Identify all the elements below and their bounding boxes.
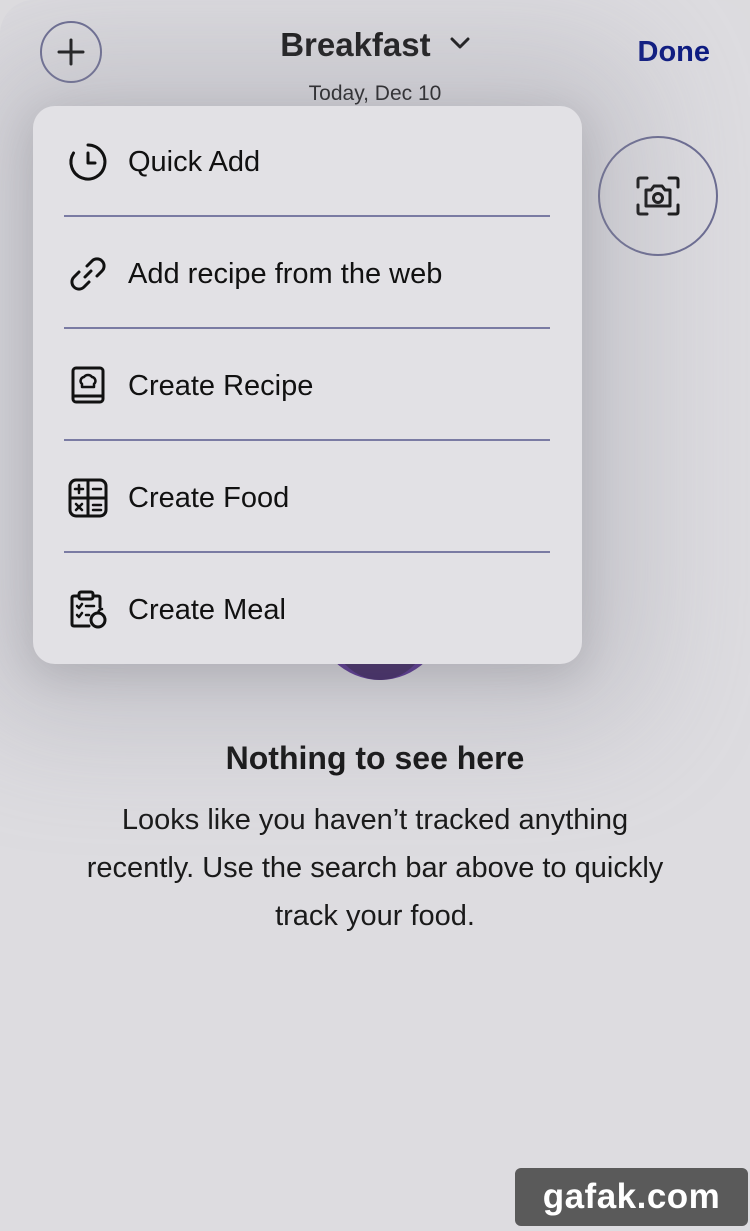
add-menu: Quick Add Add recipe from the web Create… bbox=[33, 106, 582, 664]
page-title: Breakfast bbox=[280, 26, 431, 63]
menu-item-label: Create Food bbox=[128, 481, 290, 514]
camera-scan-icon bbox=[636, 176, 680, 216]
menu-divider bbox=[64, 439, 550, 441]
chevron-down-icon bbox=[450, 37, 470, 49]
menu-divider bbox=[64, 327, 550, 329]
menu-item-create-recipe[interactable]: Create Recipe bbox=[33, 330, 582, 442]
empty-state-title: Nothing to see here bbox=[225, 740, 525, 776]
menu-item-add-recipe-web[interactable]: Add recipe from the web bbox=[33, 218, 582, 330]
menu-item-label: Create Meal bbox=[128, 593, 286, 626]
calculator-grid-icon bbox=[66, 476, 110, 520]
date-label: Today, Dec 10 bbox=[308, 82, 442, 105]
clipboard-apple-icon bbox=[66, 588, 110, 632]
menu-divider bbox=[64, 215, 550, 217]
menu-item-label: Create Recipe bbox=[128, 369, 314, 402]
empty-state-body: Looks like you haven’t tracked anything … bbox=[86, 804, 664, 932]
recipe-book-icon bbox=[66, 364, 110, 408]
menu-divider bbox=[64, 551, 550, 553]
camera-scan-button[interactable] bbox=[598, 136, 718, 256]
menu-item-create-food[interactable]: Create Food bbox=[33, 442, 582, 554]
link-icon bbox=[66, 252, 110, 296]
watermark: gafak.com bbox=[515, 1168, 748, 1226]
done-button[interactable]: Done bbox=[638, 36, 711, 69]
menu-item-quick-add[interactable]: Quick Add bbox=[33, 106, 582, 218]
menu-item-create-meal[interactable]: Create Meal bbox=[33, 554, 582, 666]
screen: Breakfast Today, Dec 10 Done Nothing to … bbox=[0, 0, 750, 1231]
timer-icon bbox=[66, 140, 110, 184]
menu-item-label: Quick Add bbox=[128, 145, 261, 178]
menu-item-label: Add recipe from the web bbox=[128, 257, 443, 290]
